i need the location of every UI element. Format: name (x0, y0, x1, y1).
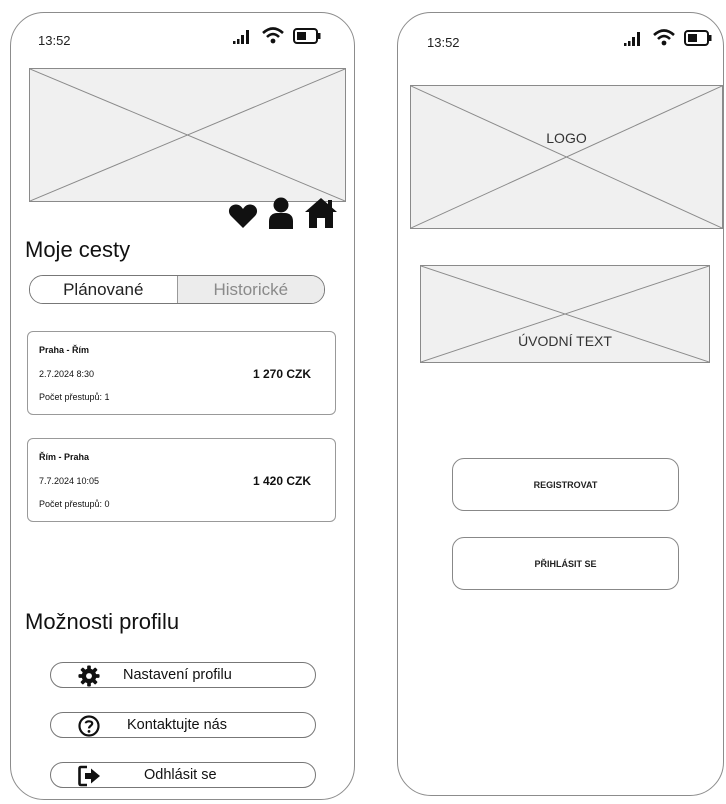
logo-label: LOGO (546, 130, 587, 146)
trip-route: Praha - Řím (39, 345, 90, 355)
status-time: 13:52 (427, 35, 460, 50)
tab-history[interactable]: Historické (176, 276, 324, 303)
gear-icon (78, 665, 100, 687)
trip-datetime: 7.7.2024 10:05 (39, 476, 100, 486)
heart-icon[interactable] (228, 203, 258, 229)
trips-tab-switch: Plánované Historické (29, 275, 325, 304)
battery-icon (684, 30, 712, 46)
trip-datetime: 2.7.2024 8:30 (39, 369, 95, 379)
user-icon[interactable] (268, 197, 294, 229)
status-time: 13:52 (38, 33, 71, 48)
trip-price: 1 270 CZK (252, 367, 311, 381)
trip-transfers: Počet přestupů: 0 (39, 499, 110, 509)
profile-settings-label: Nastavení profilu (123, 667, 232, 683)
trip-card[interactable]: Řím - Praha 7.7.2024 10:05 1 420 CZK Poč… (27, 438, 336, 522)
trips-title: Moje cesty (25, 237, 131, 262)
contact-us-label: Kontaktujte nás (127, 717, 227, 733)
home-icon[interactable] (304, 197, 338, 229)
question-icon (78, 715, 100, 737)
wifi-icon (262, 27, 284, 44)
register-button[interactable]: REGISTROVAT (452, 458, 679, 511)
intro-text-placeholder: ÚVODNÍ TEXT (420, 265, 710, 363)
phone-frame-welcome: 13:52 LOGO ÚVODNÍ TEXT REGISTROVAT PŘIHL… (397, 12, 724, 796)
hero-image-placeholder (29, 68, 346, 202)
logout-icon (78, 765, 100, 787)
wifi-icon (653, 29, 675, 46)
battery-icon (293, 28, 321, 44)
logo-placeholder: LOGO (410, 85, 723, 229)
trip-transfers: Počet přestupů: 1 (39, 392, 110, 402)
signal-icon (233, 30, 249, 44)
logout-button[interactable]: Odhlásit se (50, 762, 316, 788)
signal-icon (624, 32, 640, 46)
phone-frame-trips: 13:52 Moje cesty Plánované Historické Pr… (10, 12, 355, 800)
intro-text-label: ÚVODNÍ TEXT (518, 333, 612, 349)
status-icons (624, 29, 712, 46)
status-icons (233, 27, 321, 44)
logout-label: Odhlásit se (144, 767, 217, 783)
tab-planned[interactable]: Plánované (30, 276, 177, 303)
trip-card[interactable]: Praha - Řím 2.7.2024 8:30 1 270 CZK Poče… (27, 331, 336, 415)
contact-us-button[interactable]: Kontaktujte nás (50, 712, 316, 738)
trip-route: Řím - Praha (39, 452, 90, 462)
profile-settings-button[interactable]: Nastavení profilu (50, 662, 316, 688)
trip-price: 1 420 CZK (252, 474, 311, 488)
login-button[interactable]: PŘIHLÁSIT SE (452, 537, 679, 590)
profile-options-title: Možnosti profilu (25, 609, 180, 634)
